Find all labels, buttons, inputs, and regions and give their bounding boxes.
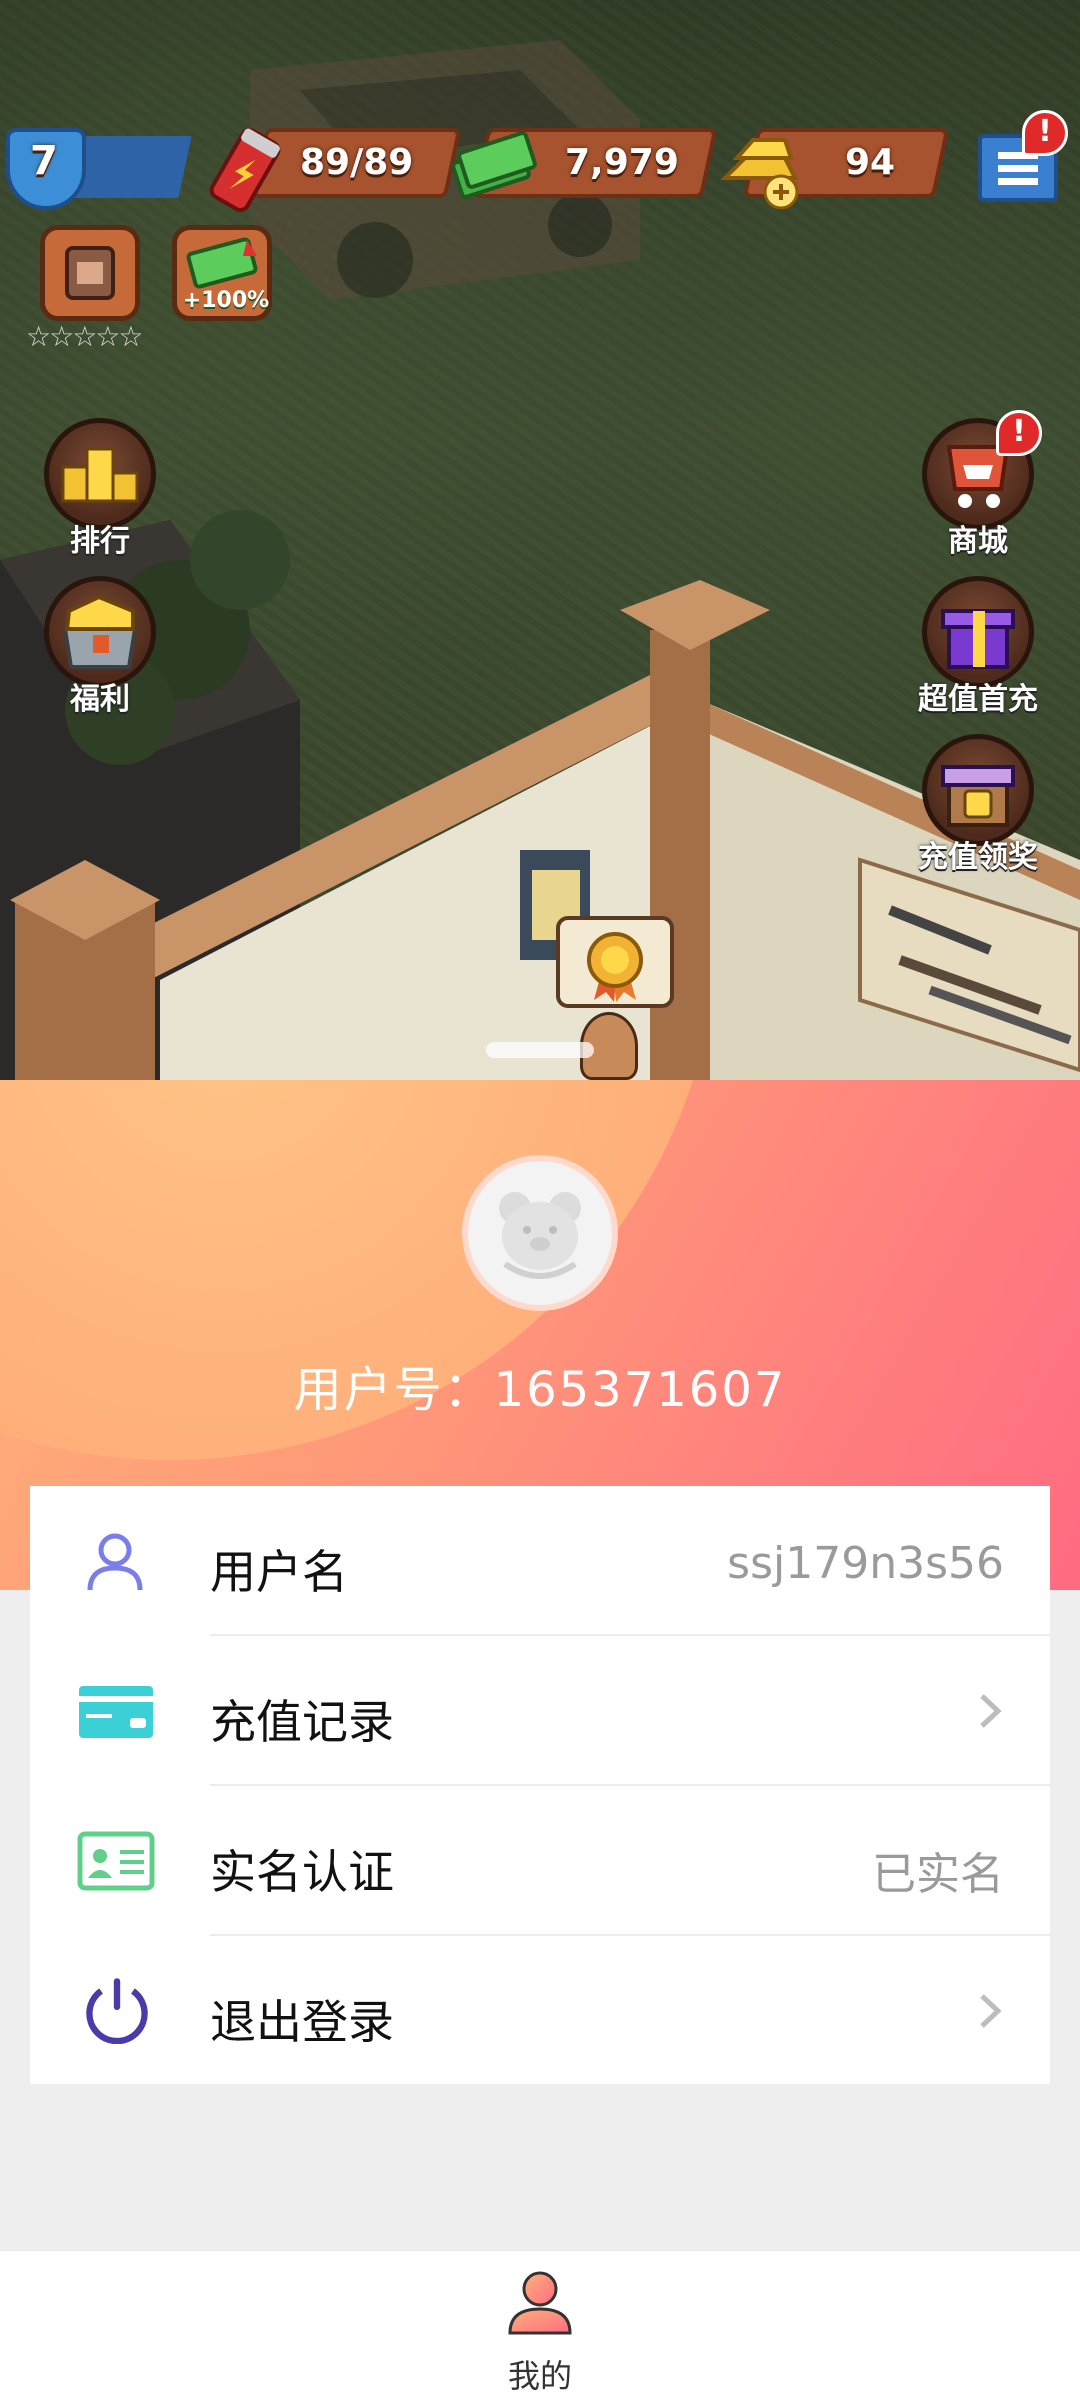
- game-view[interactable]: 7 89/89 7,979 94 ! ☆☆☆☆☆ +100% 排行 福利 ! 商…: [0, 0, 1080, 1080]
- user-id: 用户号：165371607: [293, 1362, 787, 1418]
- medal-icon: [587, 932, 643, 1002]
- first-recharge-label: 超值首充: [918, 682, 1038, 717]
- card-icon: [79, 1686, 153, 1738]
- username-label: 用户名: [210, 1545, 348, 1599]
- profile-tab-icon: [508, 2271, 572, 2335]
- achievement-bubble[interactable]: [556, 916, 674, 1008]
- first-recharge-button[interactable]: [922, 576, 1034, 688]
- real-name-label: 实名认证: [210, 1845, 394, 1899]
- bear-avatar-icon: [499, 1192, 581, 1279]
- power-icon: [86, 1978, 148, 2044]
- recharge-reward-button[interactable]: [922, 734, 1034, 846]
- ranking-label: 排行: [70, 524, 130, 559]
- shop-label: 商城: [948, 524, 1008, 559]
- level-bar: [73, 136, 192, 198]
- real-name-row: 实名认证 已实名: [30, 1786, 1050, 1936]
- gift-box-icon: [941, 609, 1015, 669]
- welfare-button[interactable]: [44, 576, 156, 688]
- energy-value: 89/89: [300, 142, 414, 183]
- drag-handle[interactable]: [486, 1042, 594, 1058]
- gold-bars-icon: [720, 138, 799, 210]
- username-row: 用户名 ssj179n3s56: [30, 1486, 1050, 1636]
- username-value: ssj179n3s56: [727, 1538, 1004, 1589]
- tab-mine-label: 我的: [507, 2357, 572, 2395]
- recharge-record-label: 充值记录: [210, 1695, 394, 1749]
- gold-value: 94: [845, 142, 896, 183]
- rating-stars: ☆☆☆☆☆: [26, 320, 144, 353]
- bottom-tab-bar: 我的: [0, 2250, 1080, 2400]
- user-icon: [87, 1533, 143, 1591]
- boost-label: +100%: [182, 288, 270, 313]
- real-name-status: 已实名: [872, 1849, 1004, 1900]
- welfare-label: 福利: [70, 682, 130, 717]
- podium-icon: [61, 447, 139, 503]
- cash-value: 7,979: [565, 142, 679, 183]
- cash-icon: [451, 131, 537, 199]
- ranking-button[interactable]: [44, 418, 156, 530]
- guild-emblem-icon: [65, 246, 115, 300]
- treasure-chest-icon: [62, 594, 138, 669]
- reward-box-icon: [941, 765, 1015, 827]
- menu-alert-badge: !: [1022, 110, 1068, 156]
- logout-label: 退出登录: [210, 1995, 394, 2049]
- logout-row[interactable]: 退出登录: [30, 1936, 1050, 2086]
- settings-card: 用户名 ssj179n3s56 充值记录 实名认证 已实名 退出登录: [30, 1486, 1050, 2084]
- avatar[interactable]: [462, 1155, 618, 1311]
- guild-button[interactable]: [40, 225, 140, 321]
- chevron-right-icon: [980, 1694, 1002, 1728]
- shop-alert-badge: !: [996, 410, 1042, 456]
- recharge-record-row[interactable]: 充值记录: [30, 1636, 1050, 1786]
- tab-mine[interactable]: 我的: [470, 2259, 610, 2399]
- id-card-icon: [77, 1831, 155, 1891]
- chevron-right-icon: [980, 1994, 1002, 2028]
- level-value: 7: [30, 138, 58, 184]
- recharge-reward-label: 充值领奖: [918, 840, 1038, 875]
- energy-can-icon: [209, 128, 281, 212]
